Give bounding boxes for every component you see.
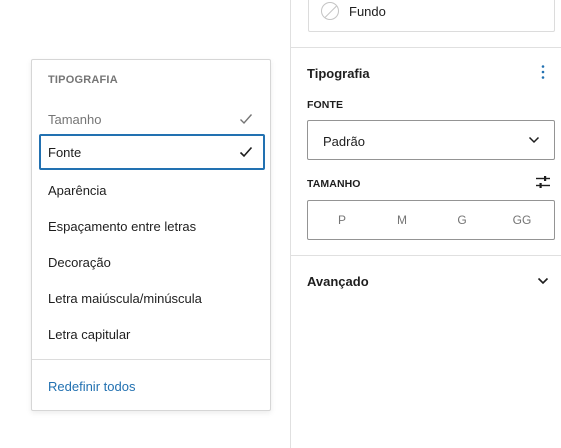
reset-all-button[interactable]: Redefinir todos [48,379,135,394]
check-icon [239,146,253,158]
panel-divider [291,47,561,48]
panel-divider [291,255,561,256]
more-vertical-icon[interactable] [537,64,549,80]
menu-item-aparencia[interactable]: Aparência [39,172,265,208]
menu-item-label: Fonte [48,144,82,160]
check-icon [240,114,253,125]
background-color-item[interactable]: Fundo [308,0,555,32]
menu-item-letra-capitular[interactable]: Letra capitular [39,316,265,352]
menu-item-espacamento-entre-letras[interactable]: Espaçamento entre letras [39,208,265,244]
menu-heading: TIPOGRAFIA [48,74,118,86]
settings-sidebar: Fundo Tipografia FONTE Padrão TAMANHO P … [290,0,561,448]
menu-item-letra-maiuscula-minuscula[interactable]: Letra maiúscula/minúscula [39,280,265,316]
font-field-label: FONTE [307,99,344,111]
font-size-toggle-group: P M G GG [307,200,555,240]
size-field-label: TAMANHO [307,178,361,190]
menu-item-label: Letra capitular [48,326,131,342]
menu-divider [32,359,270,360]
size-option-gg[interactable]: GG [502,201,542,239]
font-family-select[interactable]: Padrão [307,120,555,160]
advanced-panel-toggle[interactable]: Avançado [307,274,369,289]
size-option-m[interactable]: M [382,201,422,239]
menu-item-decoracao[interactable]: Decoração [39,244,265,280]
no-color-swatch-icon [321,2,339,20]
chevron-down-icon [528,136,540,144]
sliders-icon[interactable] [536,175,550,189]
chevron-down-icon[interactable] [537,277,549,285]
menu-item-fonte[interactable]: Fonte [39,134,265,170]
background-color-label: Fundo [349,4,386,19]
menu-item-label: Letra maiúscula/minúscula [48,290,202,306]
menu-item-label: Tamanho [48,111,102,127]
size-option-p[interactable]: P [322,201,362,239]
menu-item-label: Espaçamento entre letras [48,218,197,234]
typography-options-menu: TIPOGRAFIA Tamanho Fonte Aparência Espaç… [31,59,271,411]
font-family-value: Padrão [323,134,365,149]
menu-item-tamanho[interactable]: Tamanho [39,101,265,137]
size-option-g[interactable]: G [442,201,482,239]
menu-item-label: Aparência [48,182,107,198]
typography-panel-title: Tipografia [307,66,370,81]
menu-item-label: Decoração [48,254,111,270]
